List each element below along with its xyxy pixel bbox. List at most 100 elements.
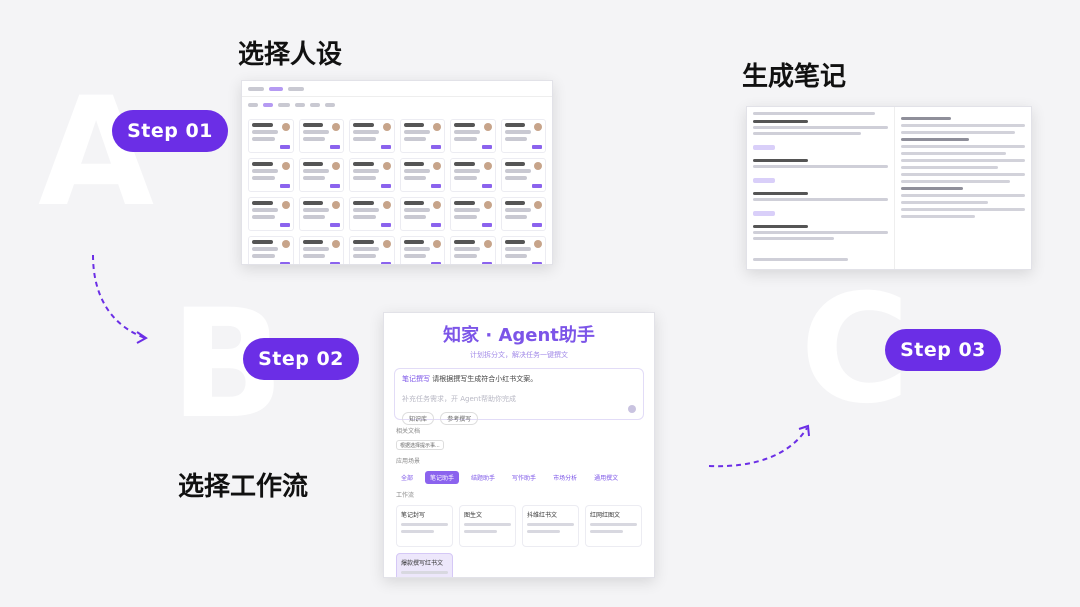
persona-card-grid <box>242 113 552 264</box>
persona-card[interactable] <box>500 119 546 153</box>
persona-card[interactable] <box>349 158 395 192</box>
send-icon[interactable] <box>628 405 636 413</box>
scene-label: 应用场景 <box>396 458 421 465</box>
avatar <box>281 162 290 170</box>
tab-market-analysis[interactable]: 市场分析 <box>548 471 582 484</box>
screenshot-persona-grid <box>241 80 553 265</box>
select-button[interactable] <box>279 262 290 264</box>
avatar <box>382 162 391 170</box>
persona-card[interactable] <box>248 236 294 264</box>
select-button[interactable] <box>481 262 492 264</box>
avatar <box>332 201 340 209</box>
persona-card[interactable] <box>500 158 546 192</box>
select-button[interactable] <box>380 223 391 227</box>
tab-writing-assistant[interactable]: 写作助手 <box>507 471 541 484</box>
workflow-card[interactable]: 笔记封写 <box>396 505 453 547</box>
select-button[interactable] <box>431 184 441 188</box>
select-button[interactable] <box>330 223 340 227</box>
step-02-pill: Step 02 <box>243 338 359 380</box>
note-content-panel <box>895 107 1031 269</box>
persona-card[interactable] <box>248 119 294 153</box>
avatar <box>332 162 340 170</box>
persona-card[interactable] <box>298 236 344 264</box>
input-text: 请根据撰写生成符合小红书文案。 <box>432 375 538 383</box>
avatar <box>483 162 492 170</box>
persona-toolbar <box>242 81 552 97</box>
task-input[interactable]: 笔记撰写 请根据撰写生成符合小红书文案。 补充任务需求，开 Agent帮助你完成… <box>394 368 644 425</box>
persona-card[interactable] <box>349 197 395 231</box>
select-button[interactable] <box>279 145 290 149</box>
persona-card[interactable] <box>399 119 445 153</box>
workflow-card-title: 抖维红书文 <box>527 512 558 519</box>
persona-card[interactable] <box>399 236 445 264</box>
workflow-card-highlighted[interactable]: 爆款撰写红书文 <box>396 553 453 577</box>
select-button[interactable] <box>532 184 542 188</box>
select-button[interactable] <box>481 223 492 227</box>
workflow-cards: 笔记封写 图生文 抖维红书文 红网红图文 爆款撰写红书文 <box>396 505 642 577</box>
tab-topic-assistant[interactable]: 结题助手 <box>466 471 500 484</box>
persona-card[interactable] <box>450 119 496 153</box>
persona-card[interactable] <box>248 158 294 192</box>
persona-card[interactable] <box>399 197 445 231</box>
assistant-subtitle: 计划拆分文，解决任务一键撰文 <box>470 351 568 359</box>
knowledge-chip[interactable]: 知识库 <box>402 412 435 425</box>
select-button[interactable] <box>431 145 441 149</box>
persona-card[interactable] <box>450 197 496 231</box>
avatar <box>483 123 492 131</box>
persona-card[interactable] <box>500 197 546 231</box>
select-button[interactable] <box>330 145 340 149</box>
workflow-card[interactable]: 红网红图文 <box>585 505 642 547</box>
select-button[interactable] <box>380 145 391 149</box>
arrow-a-to-b <box>92 254 148 344</box>
persona-card[interactable] <box>298 119 344 153</box>
persona-card[interactable] <box>298 158 344 192</box>
select-button[interactable] <box>279 223 290 227</box>
letter-a: A <box>38 66 155 240</box>
avatar <box>332 123 340 131</box>
select-button[interactable] <box>481 145 492 149</box>
persona-filter-row <box>242 97 552 113</box>
select-button[interactable] <box>330 262 340 264</box>
doc-chip[interactable]: 根据选择提示事... <box>396 440 444 450</box>
tab-general-writing[interactable]: 通用撰文 <box>589 471 623 484</box>
arrow-b-to-c <box>708 424 810 468</box>
persona-card[interactable] <box>450 158 496 192</box>
screenshot-agent-assistant: 知家 · Agent助手 计划拆分文，解决任务一键撰文 笔记撰写 请根据撰写生成… <box>383 312 655 578</box>
persona-card[interactable] <box>298 197 344 231</box>
avatar <box>483 240 492 248</box>
select-button[interactable] <box>279 184 290 188</box>
select-button[interactable] <box>330 184 340 188</box>
select-button[interactable] <box>380 262 391 264</box>
workflow-card[interactable]: 抖维红书文 <box>522 505 579 547</box>
reference-chip[interactable]: 参考撰写 <box>440 412 479 425</box>
avatar <box>483 201 492 209</box>
tab-all[interactable]: 全部 <box>396 471 418 484</box>
persona-card[interactable] <box>248 197 294 231</box>
scene-tabs: 全部 笔记助手 结题助手 写作助手 市场分析 通用撰文 <box>396 471 642 484</box>
avatar <box>534 162 542 170</box>
assistant-title: 知家 · Agent助手 <box>443 325 595 346</box>
select-button[interactable] <box>532 145 542 149</box>
select-button[interactable] <box>431 262 441 264</box>
avatar <box>433 201 441 209</box>
persona-card[interactable] <box>399 158 445 192</box>
persona-card[interactable] <box>500 236 546 264</box>
avatar <box>281 201 290 209</box>
avatar <box>382 240 391 248</box>
workflow-card-title: 爆款撰写红书文 <box>401 560 444 567</box>
persona-card[interactable] <box>349 119 395 153</box>
step-03-pill: Step 03 <box>885 329 1001 371</box>
workflow-card-title: 红网红图文 <box>590 512 621 519</box>
select-button[interactable] <box>380 184 391 188</box>
select-button[interactable] <box>532 223 542 227</box>
workflow-card[interactable]: 图生文 <box>459 505 516 547</box>
persona-card[interactable] <box>450 236 496 264</box>
persona-card[interactable] <box>349 236 395 264</box>
screenshot-generated-notes <box>746 106 1032 270</box>
avatar <box>281 123 290 131</box>
select-button[interactable] <box>431 223 441 227</box>
select-button[interactable] <box>532 262 542 264</box>
select-button[interactable] <box>481 184 492 188</box>
tab-note-assistant[interactable]: 笔记助手 <box>425 471 460 484</box>
avatar <box>281 240 290 248</box>
